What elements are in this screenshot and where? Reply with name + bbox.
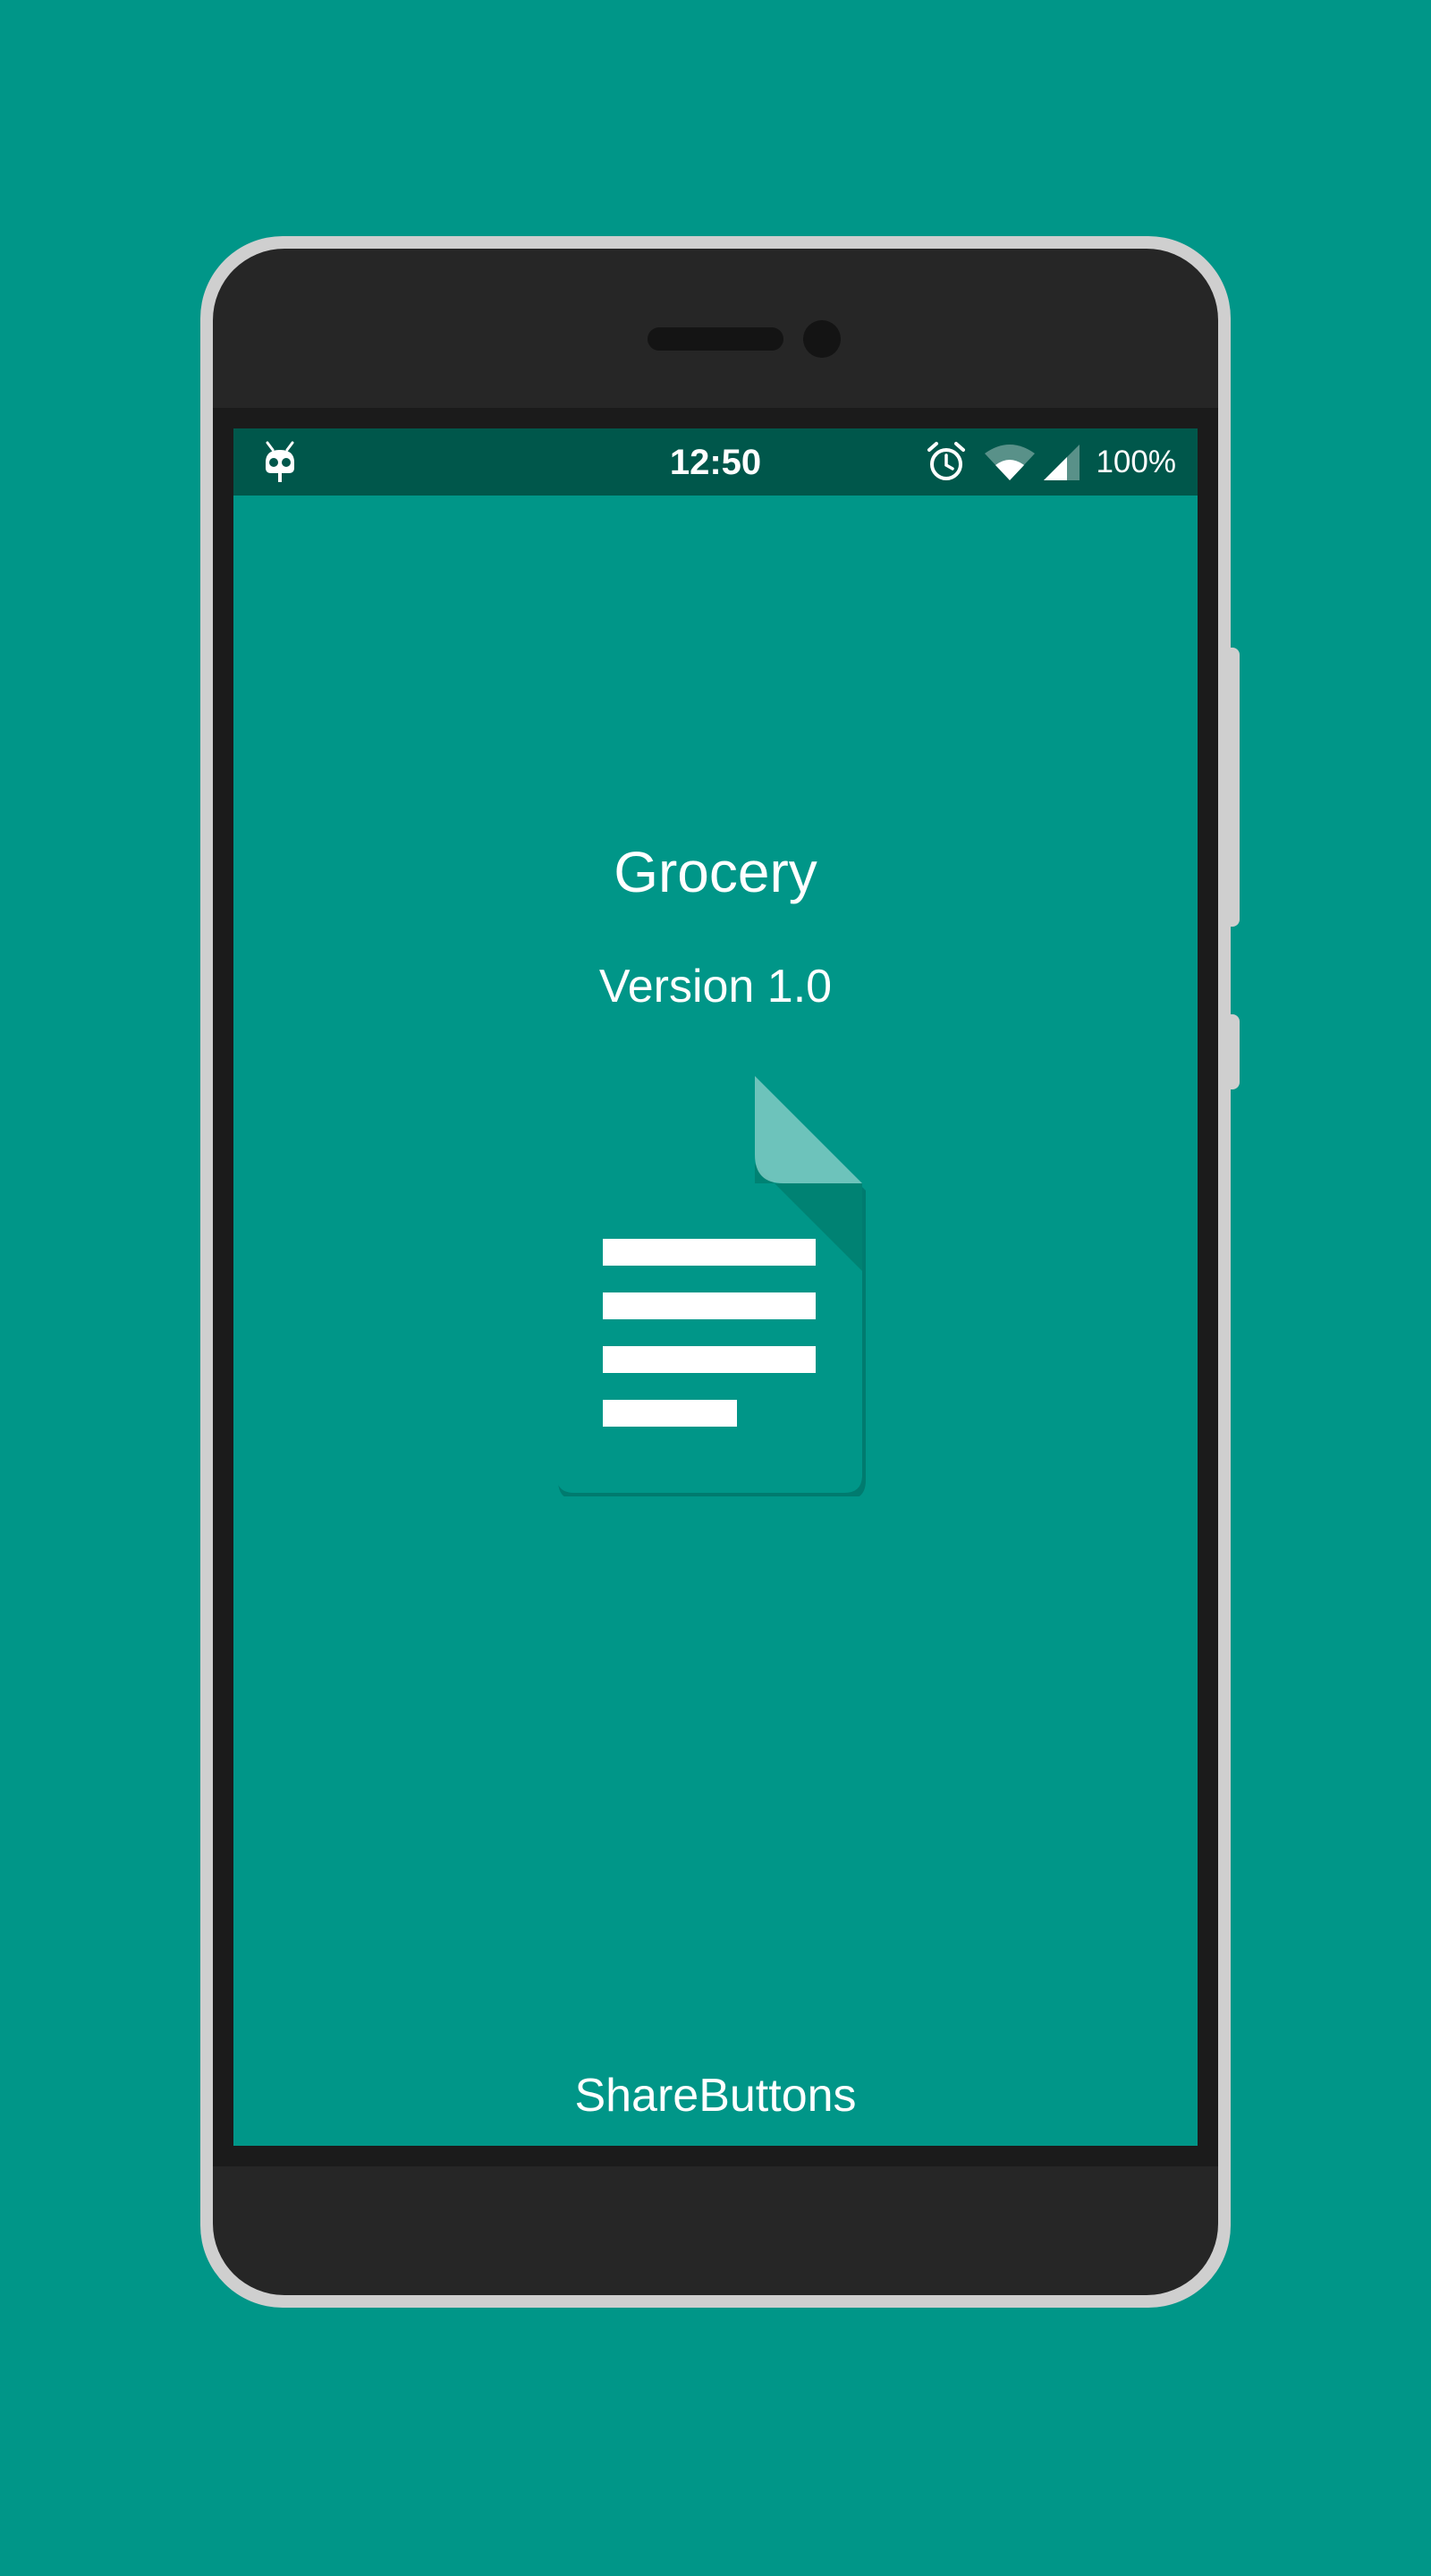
- battery-percentage: 100%: [1096, 445, 1176, 479]
- wifi-icon: [985, 445, 1035, 480]
- app-version: Version 1.0: [598, 961, 833, 1013]
- document-icon: [556, 1076, 866, 1496]
- power-button: [1229, 1014, 1240, 1089]
- volume-button: [1229, 648, 1240, 927]
- alarm-clock-icon: [927, 442, 965, 480]
- app-title: Grocery: [614, 840, 817, 904]
- share-buttons-link[interactable]: ShareButtons: [233, 2068, 1198, 2123]
- cellular-signal-icon: [1044, 445, 1080, 480]
- earpiece-speaker: [648, 327, 783, 351]
- app-screen: 12:50 100% Grocery Version 1.0 ShareButt…: [233, 428, 1198, 2146]
- status-bar: 12:50 100%: [233, 428, 1198, 496]
- front-camera: [803, 320, 841, 358]
